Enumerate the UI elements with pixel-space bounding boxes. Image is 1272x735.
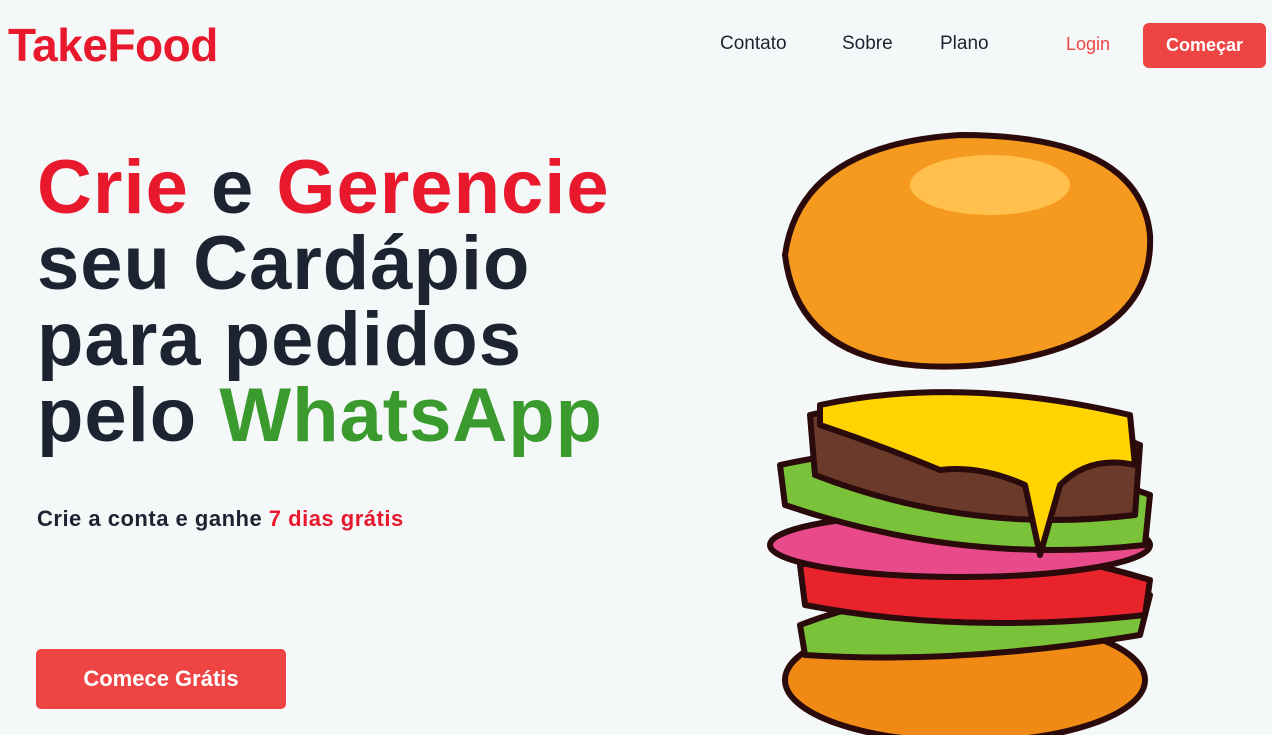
hero-line: seu Cardápio: [37, 221, 531, 306]
hero-word: Crie: [37, 145, 189, 230]
comece-gratis-button[interactable]: Comece Grátis: [36, 649, 286, 709]
hero-subtitle: Crie a conta e ganhe 7 dias grátis: [37, 502, 417, 535]
hero-line: para pedidos: [37, 297, 522, 382]
subtitle-text: Crie a conta e ganhe: [37, 506, 269, 531]
login-link[interactable]: Login: [1066, 34, 1110, 55]
nav-sobre[interactable]: Sobre: [842, 33, 893, 55]
nav-plano[interactable]: Plano: [940, 33, 989, 55]
nav-contato[interactable]: Contato: [720, 33, 787, 55]
hero-whatsapp: WhatsApp: [219, 373, 604, 458]
hero-title: Crie e Gerencie seu Cardápio para pedido…: [37, 150, 610, 454]
logo[interactable]: TakeFood: [8, 18, 218, 72]
subtitle-highlight: 7 dias grátis: [268, 506, 404, 531]
hero-word: e: [188, 145, 277, 230]
hero-word: Gerencie: [276, 145, 610, 230]
bun-highlight: [910, 155, 1070, 215]
hero-line: pelo: [37, 373, 220, 458]
burger-illustration-icon: [767, 132, 1154, 735]
comecar-button[interactable]: Começar: [1143, 23, 1266, 68]
